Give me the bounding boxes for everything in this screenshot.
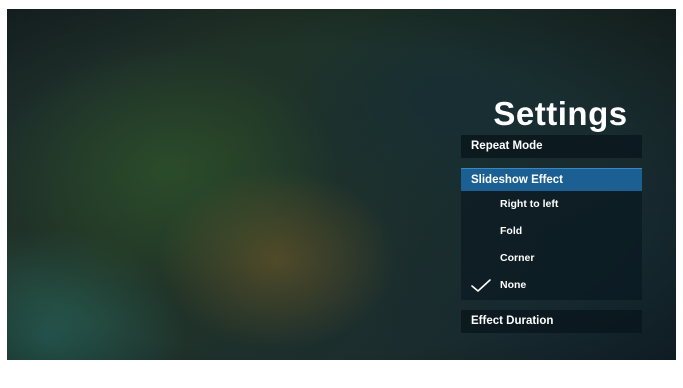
menu-item-effect-duration[interactable]: Effect Duration <box>461 310 642 333</box>
option-label: Fold <box>500 225 523 237</box>
checkmark-icon <box>471 279 491 292</box>
settings-screen: Settings Repeat Mode Slideshow Effect Ri… <box>7 9 676 360</box>
option-right-to-left[interactable]: Right to left <box>461 192 642 216</box>
option-corner[interactable]: Corner <box>461 246 642 270</box>
option-label: Corner <box>500 252 535 264</box>
option-none[interactable]: None <box>461 273 642 297</box>
menu-item-repeat-mode[interactable]: Repeat Mode <box>461 135 642 158</box>
option-label: None <box>500 279 527 291</box>
page-title: Settings <box>493 95 628 132</box>
menu-item-slideshow-effect[interactable]: Slideshow Effect <box>461 168 642 191</box>
slideshow-effect-panel: Slideshow Effect Right to left Fold Corn… <box>461 168 642 300</box>
option-label: Right to left <box>500 198 559 210</box>
option-fold[interactable]: Fold <box>461 219 642 243</box>
